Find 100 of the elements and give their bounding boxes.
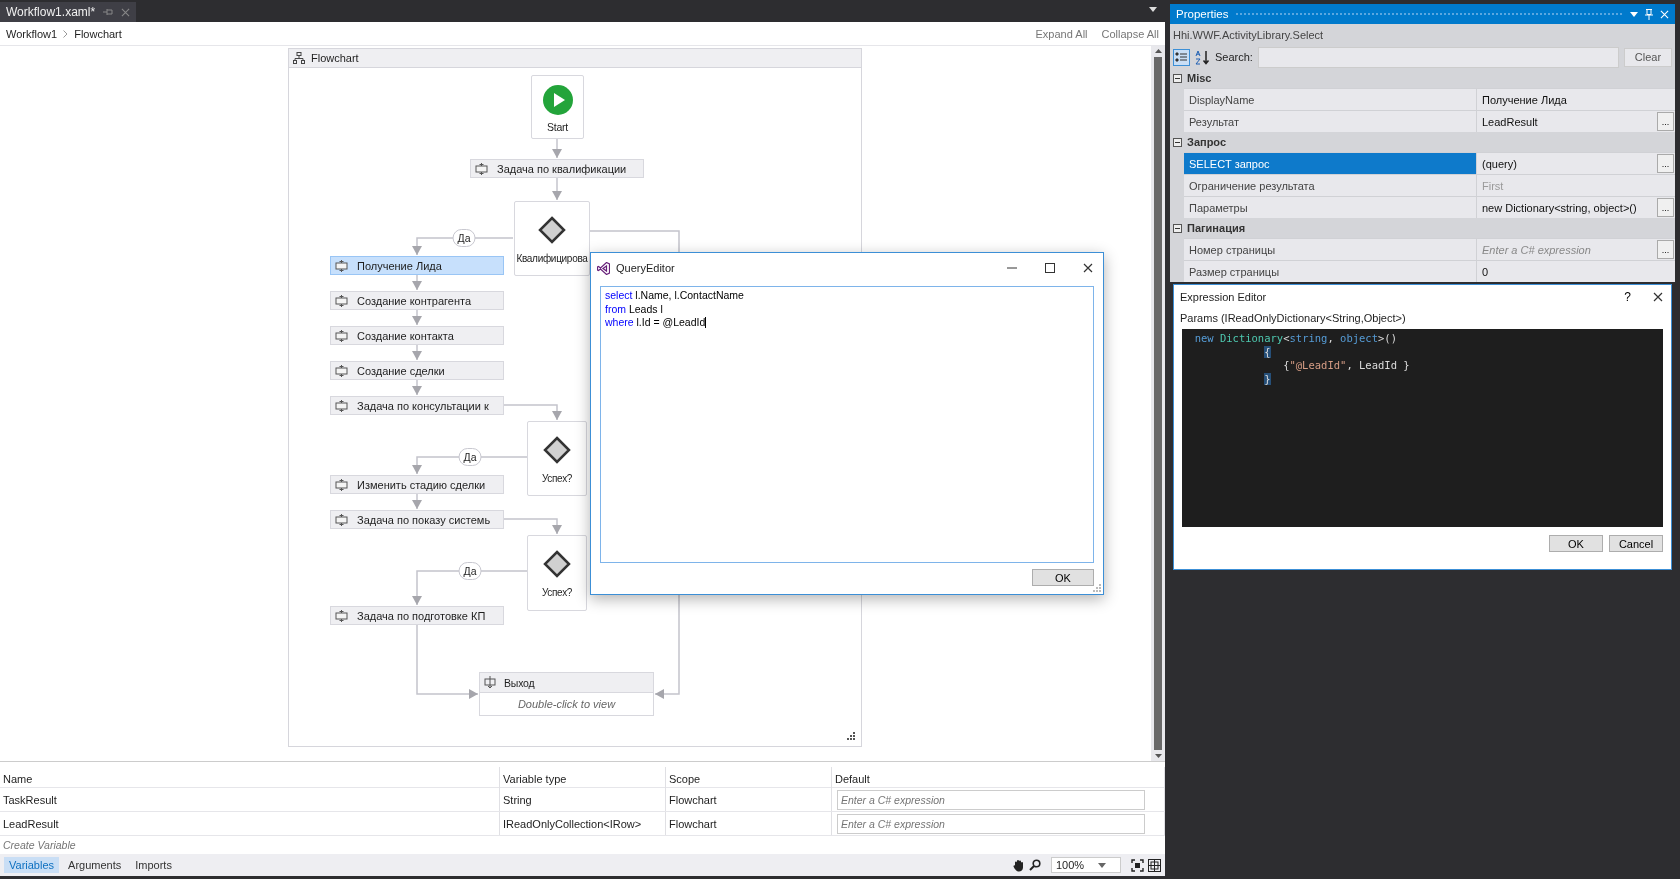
object-type: Hhi.WWF.ActivityLibrary.Select — [1173, 29, 1324, 41]
activity-icon — [335, 609, 348, 622]
dropdown-icon[interactable] — [1149, 7, 1157, 12]
activity-icon — [335, 478, 348, 491]
property-name[interactable]: SELECT запрос — [1184, 153, 1476, 174]
final-node[interactable]: Выход Double-click to view — [479, 672, 654, 716]
flowchart-title: Flowchart — [311, 52, 359, 64]
decision-node[interactable]: Успех? — [527, 421, 587, 496]
close-icon[interactable] — [1653, 292, 1663, 302]
start-node[interactable]: Start — [531, 75, 584, 139]
search-label: Search: — [1215, 51, 1253, 63]
clear-button[interactable]: Clear — [1624, 47, 1672, 67]
diamond-icon — [543, 550, 571, 578]
activity-node[interactable]: Задача по подготовке КП — [330, 606, 504, 625]
overview-icon[interactable] — [1148, 858, 1161, 872]
expression-field[interactable]: Enter a C# expression — [837, 813, 1145, 834]
table-cell: IReadOnlyCollection<IRow> — [500, 812, 666, 835]
category-title: Запрос — [1187, 136, 1227, 148]
table-cell: LeadResult — [0, 812, 500, 835]
dropdown-icon[interactable] — [1630, 11, 1638, 17]
diamond-icon — [543, 436, 571, 464]
maximize-icon[interactable] — [1045, 263, 1055, 273]
designer-link[interactable]: Collapse All — [1101, 27, 1159, 40]
breadcrumb-item[interactable]: Workflow1 — [6, 27, 58, 40]
breadcrumb-item[interactable]: Flowchart — [74, 27, 122, 40]
activity-icon — [335, 513, 348, 526]
column-header[interactable]: Name — [0, 767, 500, 790]
activity-node[interactable]: Задача по консультации к — [330, 396, 504, 415]
property-name[interactable]: Ограничение результата — [1184, 175, 1476, 196]
code-line: where l.Id = @LeadId — [605, 316, 708, 330]
resize-grip-icon[interactable] — [1093, 584, 1101, 592]
code-editor[interactable]: new Dictionary<string, object>() { {"@LeadId", LeadId } } — [1182, 329, 1663, 527]
property-value[interactable]: LeadResult — [1476, 111, 1656, 132]
activity-node[interactable]: Создание сделки — [330, 361, 504, 380]
connector-arrow — [503, 518, 562, 535]
activity-node[interactable]: Задача по квалификации — [470, 159, 644, 178]
property-name[interactable]: Параметры — [1184, 197, 1476, 218]
category-title: Пагинация — [1187, 222, 1246, 234]
dropdown-icon[interactable] — [1098, 862, 1107, 868]
hand-icon[interactable] — [1012, 858, 1025, 872]
flowchart-end-icon — [484, 676, 496, 689]
node-hint: Double-click to view — [517, 698, 616, 710]
column-header[interactable]: Scope — [666, 767, 832, 790]
close-icon[interactable] — [1083, 263, 1093, 273]
zoom-dropdown[interactable]: 100% — [1051, 857, 1121, 873]
designer-link[interactable]: Expand All — [1035, 27, 1088, 40]
collapse-icon[interactable] — [1173, 137, 1182, 147]
help-button[interactable]: ? — [1624, 290, 1631, 304]
property-value[interactable]: 0 — [1476, 261, 1656, 282]
column-header[interactable]: Variable type — [500, 767, 666, 790]
collapse-icon[interactable] — [1173, 73, 1182, 83]
node-label: Start — [546, 121, 569, 133]
diamond-icon — [538, 216, 566, 244]
dialog-title: Expression Editor — [1180, 291, 1267, 303]
panel-tab[interactable]: Arguments — [63, 857, 127, 873]
activity-node[interactable]: Создание контакта — [330, 326, 504, 345]
activity-icon — [335, 399, 348, 412]
activity-icon — [335, 329, 348, 342]
chevron-icon — [63, 29, 69, 38]
flowchart-icon — [293, 52, 305, 64]
table-cell: Flowchart — [666, 812, 832, 835]
panel-tab[interactable]: Variables — [4, 857, 60, 873]
dialog-button[interactable]: OK — [1549, 535, 1603, 552]
decision-node[interactable]: Квалифицирова — [514, 201, 590, 276]
ok-button[interactable]: OK — [1032, 569, 1094, 586]
query-text-area[interactable]: select l.Name, l.ContactName from Leads l where l.Id = @LeadId — [600, 286, 1094, 563]
search-field[interactable] — [1257, 46, 1619, 68]
property-name[interactable]: Результат — [1184, 111, 1476, 132]
expression-label: Params (IReadOnlyDictionary<String,Object>) — [1180, 312, 1406, 324]
dialog-button[interactable]: Cancel — [1609, 535, 1663, 552]
activity-node[interactable]: Задача по показу системь — [330, 510, 504, 529]
play-icon — [542, 85, 573, 115]
activity-icon — [475, 162, 488, 175]
property-value[interactable]: new Dictionary<string, object>() — [1476, 197, 1656, 218]
activity-node[interactable]: Получение Лида — [330, 256, 504, 275]
expression-field[interactable]: Enter a C# expression — [837, 789, 1145, 810]
property-name[interactable]: Номер страницы — [1184, 239, 1476, 260]
ellipsis-button[interactable]: ... — [1657, 240, 1674, 259]
scroll-down-icon[interactable] — [1154, 754, 1162, 758]
resize-grip-icon[interactable] — [847, 732, 855, 740]
activity-node[interactable]: Изменить стадию сделки — [330, 475, 504, 494]
node-label: Квалифицирова — [516, 253, 588, 264]
fit-to-screen-icon[interactable] — [1131, 858, 1144, 872]
node-label: Успех? — [541, 473, 573, 484]
code-line: select l.Name, l.ContactName — [605, 289, 745, 303]
ellipsis-button[interactable]: ... — [1657, 154, 1674, 173]
property-name[interactable]: Размер страницы — [1184, 261, 1476, 282]
activity-icon — [335, 259, 348, 272]
collapse-icon[interactable] — [1173, 223, 1182, 233]
categorized-icon[interactable] — [1173, 48, 1190, 66]
decision-node[interactable]: Успех? — [527, 535, 587, 611]
property-name[interactable]: DisplayName — [1184, 89, 1476, 110]
activity-node[interactable]: Создание контрагента — [330, 291, 504, 310]
panel-tab[interactable]: Imports — [130, 857, 177, 873]
scrollbar[interactable] — [1151, 46, 1165, 761]
ellipsis-button[interactable]: ... — [1657, 198, 1674, 217]
zoom-icon[interactable] — [1029, 859, 1041, 871]
ellipsis-button[interactable]: ... — [1657, 112, 1674, 131]
sort-alphabetical-icon[interactable] — [1195, 49, 1210, 65]
scroll-up-icon[interactable] — [1154, 49, 1162, 53]
